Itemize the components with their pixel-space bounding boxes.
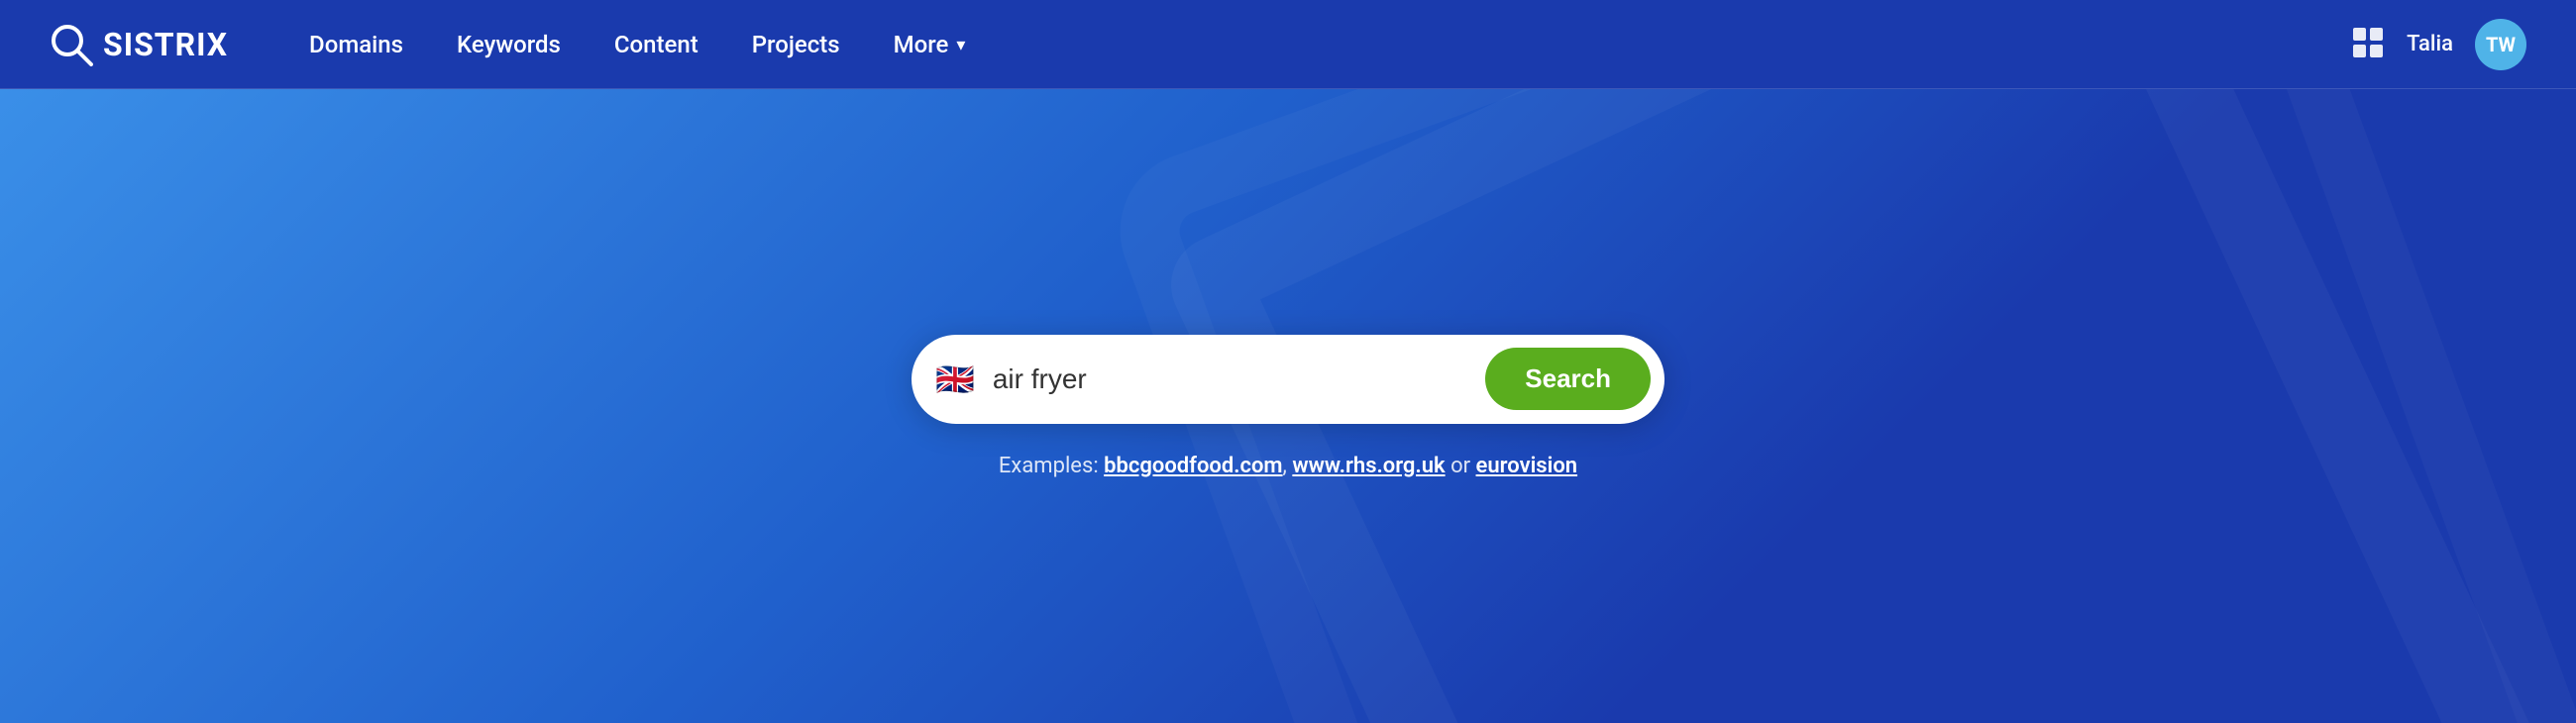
logo[interactable]: SISTRIX [50, 23, 228, 66]
main-content: 🇬🇧 Search Examples: bbcgoodfood.com, www… [0, 89, 2576, 723]
nav-link-projects[interactable]: Projects [730, 21, 862, 68]
search-input[interactable] [993, 363, 1485, 395]
example-link-rhs[interactable]: www.rhs.org.uk [1292, 454, 1445, 478]
examples-prefix: Examples: [999, 454, 1099, 478]
nav-link-more[interactable]: More ▾ [872, 21, 988, 68]
examples-or: or [1450, 454, 1470, 478]
nav-link-content[interactable]: Content [592, 21, 720, 68]
examples-text: Examples: bbcgoodfood.com, www.rhs.org.u… [999, 454, 1577, 478]
nav-link-domains[interactable]: Domains [287, 21, 425, 68]
chevron-down-icon: ▾ [956, 35, 965, 55]
navbar: SISTRIX Domains Keywords Content Project… [0, 0, 2576, 89]
nav-links: Domains Keywords Content Projects More ▾ [287, 21, 2351, 68]
user-name: Talia [2407, 32, 2453, 56]
search-box: 🇬🇧 Search [912, 335, 1664, 424]
nav-link-keywords[interactable]: Keywords [435, 21, 583, 68]
logo-text: SISTRIX [103, 26, 228, 63]
uk-flag-icon: 🇬🇧 [935, 361, 975, 398]
grid-icon[interactable] [2351, 26, 2385, 63]
nav-right: Talia TW [2351, 19, 2526, 70]
example-link-eurovision[interactable]: eurovision [1476, 454, 1578, 478]
user-avatar[interactable]: TW [2475, 19, 2526, 70]
more-label: More [894, 31, 949, 58]
sistrix-logo-icon [50, 23, 93, 66]
example-link-bbc[interactable]: bbcgoodfood.com [1104, 454, 1282, 478]
search-container: 🇬🇧 Search Examples: bbcgoodfood.com, www… [912, 335, 1664, 478]
search-button[interactable]: Search [1485, 348, 1651, 410]
